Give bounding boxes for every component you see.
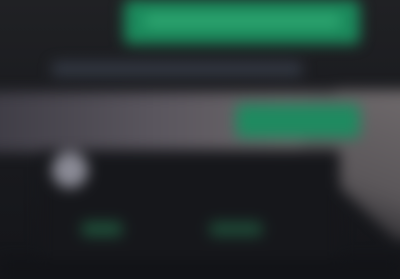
user-avatar-icon <box>52 152 88 188</box>
primary-button-text-blur <box>145 14 340 28</box>
info-text <box>52 62 302 76</box>
bottom-bar <box>0 258 400 279</box>
secondary-button[interactable] <box>236 104 360 138</box>
screen <box>0 0 400 279</box>
content-link-2[interactable] <box>210 222 262 236</box>
content-link-1[interactable] <box>82 222 122 236</box>
